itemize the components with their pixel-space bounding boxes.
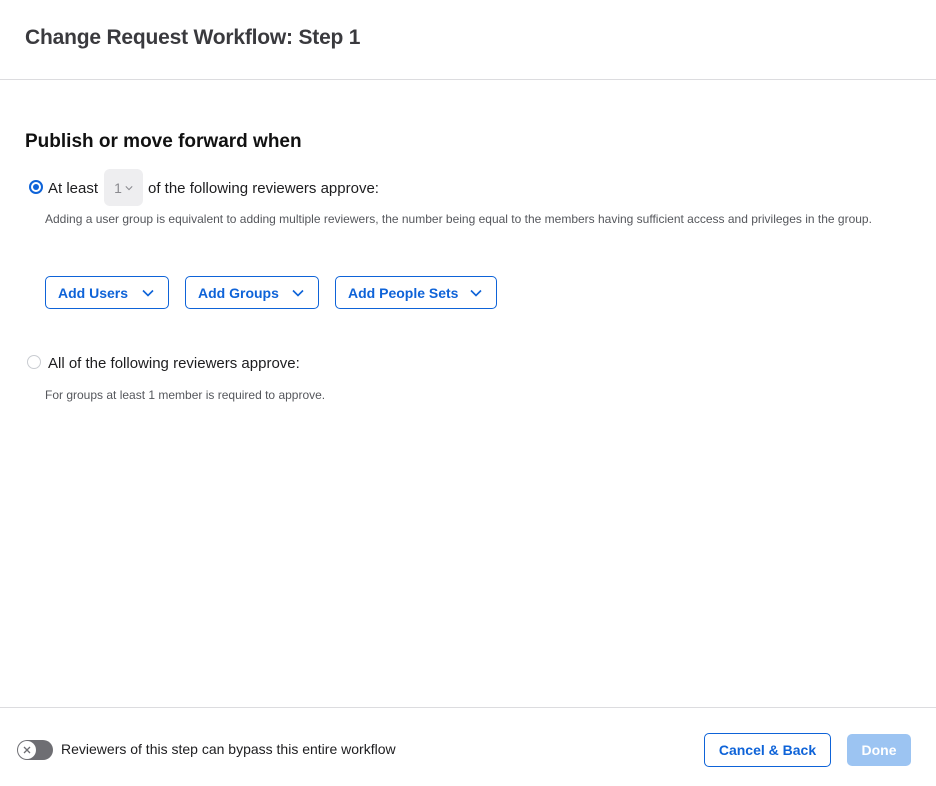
add-groups-button[interactable]: Add Groups	[185, 276, 319, 309]
dialog-header: Change Request Workflow: Step 1	[0, 0, 936, 80]
chevron-down-icon	[142, 289, 154, 297]
close-icon	[23, 746, 31, 754]
chevron-down-icon	[292, 289, 304, 297]
chevron-down-icon	[470, 289, 482, 297]
at-least-suffix-label: of the following reviewers approve:	[148, 180, 379, 197]
at-least-radio[interactable]	[29, 180, 43, 194]
at-least-helper-text: Adding a user group is equivalent to add…	[45, 212, 872, 226]
all-reviewers-radio[interactable]	[27, 355, 41, 369]
chevron-down-icon	[125, 185, 133, 190]
cancel-back-button[interactable]: Cancel & Back	[704, 733, 831, 767]
all-reviewers-label: All of the following reviewers approve:	[48, 355, 300, 372]
add-groups-label: Add Groups	[198, 284, 279, 301]
bypass-toggle[interactable]	[17, 740, 53, 760]
dialog-title: Change Request Workflow: Step 1	[25, 26, 361, 49]
all-reviewers-helper-text: For groups at least 1 member is required…	[45, 388, 326, 402]
bypass-toggle-label: Reviewers of this step can bypass this e…	[61, 741, 396, 757]
add-users-button[interactable]: Add Users	[45, 276, 169, 309]
add-people-sets-label: Add People Sets	[348, 284, 459, 301]
section-title: Publish or move forward when	[25, 131, 302, 152]
footer-divider	[0, 707, 936, 708]
toggle-knob	[18, 741, 36, 759]
done-button[interactable]: Done	[847, 734, 911, 766]
done-label: Done	[861, 742, 897, 758]
cancel-back-label: Cancel & Back	[718, 742, 817, 758]
at-least-prefix-label: At least	[48, 180, 99, 197]
add-users-label: Add Users	[58, 284, 129, 301]
approver-count-select[interactable]: 1	[104, 169, 143, 206]
approver-count-value: 1	[114, 179, 122, 196]
add-people-sets-button[interactable]: Add People Sets	[335, 276, 497, 309]
